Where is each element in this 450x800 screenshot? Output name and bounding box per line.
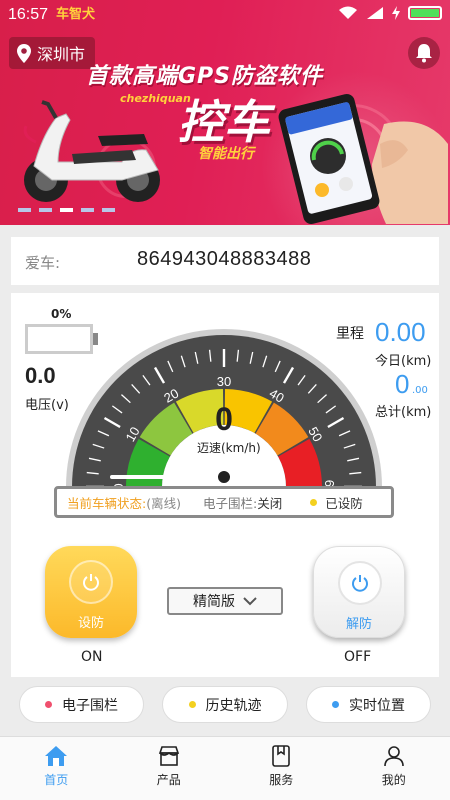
speed-label: 迈速(km/h) bbox=[197, 441, 261, 455]
total-mileage-decimal: .00 bbox=[412, 385, 428, 396]
quick-action-history[interactable]: 历史轨迹 bbox=[162, 686, 288, 723]
armed-state: 已设防 bbox=[325, 495, 363, 511]
chevron-down-icon bbox=[243, 596, 257, 605]
gauge-hub bbox=[216, 469, 232, 485]
power-icon bbox=[352, 575, 368, 592]
home-icon bbox=[45, 746, 68, 766]
mode-label: 精简版 bbox=[193, 594, 235, 610]
battery-icon bbox=[408, 6, 442, 20]
banner-slogan: 智能出行 bbox=[198, 146, 254, 162]
bottom-tab-bar: 首页 产品 服务 我的 bbox=[0, 736, 450, 800]
disarm-button[interactable]: 解防 bbox=[313, 546, 405, 638]
tab-label: 产品 bbox=[156, 773, 181, 787]
status-icons bbox=[338, 6, 442, 20]
scooter-illustration bbox=[23, 100, 160, 202]
tab-services[interactable]: 服务 bbox=[225, 737, 338, 800]
quick-action-label: 实时位置 bbox=[349, 697, 405, 714]
carousel-dot[interactable] bbox=[60, 208, 73, 212]
vehicle-id: 864943048883488 bbox=[137, 248, 312, 270]
fence-state-value: 关闭 bbox=[257, 495, 283, 511]
mode-dropdown[interactable]: 精简版 bbox=[167, 587, 283, 615]
city-selector[interactable]: 深圳市 bbox=[9, 37, 96, 69]
total-mileage-value: 0 bbox=[395, 369, 410, 399]
carousel-indicator bbox=[18, 208, 115, 212]
carousel-dot[interactable] bbox=[18, 208, 31, 212]
tab-label: 首页 bbox=[44, 773, 69, 787]
vehicle-card: 爱车: 864943048883488 bbox=[11, 237, 439, 285]
notification-button[interactable] bbox=[408, 37, 440, 69]
tab-label: 服务 bbox=[269, 773, 294, 787]
arm-state: ON bbox=[81, 649, 103, 665]
charging-icon bbox=[392, 6, 400, 20]
clock: 16:57 bbox=[8, 6, 49, 23]
user-icon bbox=[383, 746, 404, 767]
vehicle-label: 爱车: bbox=[25, 254, 61, 272]
disarm-ring bbox=[338, 561, 382, 605]
voltage-value: 0.0 bbox=[25, 363, 56, 388]
status-bar: 16:57 车智犬 bbox=[0, 0, 450, 30]
carousel-dot[interactable] bbox=[81, 208, 94, 212]
quick-action-dot bbox=[332, 701, 339, 708]
today-mileage-label: 今日(km) bbox=[375, 354, 432, 369]
tab-products[interactable]: 产品 bbox=[113, 737, 226, 800]
promo-banner[interactable]: 16:57 车智犬 深圳市 首款高端GPS防盗软件 chezhiquan 控车 … bbox=[0, 0, 450, 225]
total-mileage-label: 总计(km) bbox=[375, 405, 432, 420]
speed-value: 0 bbox=[215, 401, 233, 437]
quick-action-label: 历史轨迹 bbox=[205, 697, 262, 714]
phone-illustration bbox=[278, 94, 448, 224]
store-icon bbox=[158, 746, 179, 766]
wifi-icon bbox=[339, 6, 357, 19]
fence-state-label: 电子围栏: bbox=[202, 495, 258, 511]
quick-action-label: 电子围栏 bbox=[62, 697, 118, 714]
today-mileage-value: 0.00 bbox=[375, 317, 426, 347]
dashboard-panel: 0% 0.0 电压(v) 里程 0.00 今日(km) 0 .00 总计(km)… bbox=[11, 293, 439, 677]
carousel-dot[interactable] bbox=[39, 208, 52, 212]
battery-percent: 0% bbox=[51, 307, 72, 321]
arm-button[interactable]: 设防 bbox=[45, 546, 137, 638]
armed-dot bbox=[310, 498, 318, 506]
vehicle-status-bar: 当前车辆状态: (离线) 电子围栏: 关闭 已设防 bbox=[54, 486, 394, 518]
quick-action-dot bbox=[45, 701, 52, 708]
voltage-label: 电压(v) bbox=[25, 398, 69, 413]
gauge-tick-label: 30 bbox=[217, 374, 231, 389]
bookmark-icon bbox=[272, 745, 291, 767]
arm-button-label: 设防 bbox=[77, 616, 104, 631]
disarm-state: OFF bbox=[344, 649, 372, 665]
location-pin-icon bbox=[17, 43, 31, 63]
disarm-button-label: 解防 bbox=[345, 617, 372, 632]
arm-ring bbox=[69, 560, 113, 604]
vehicle-state-value: (离线) bbox=[146, 495, 181, 511]
quick-action-location[interactable]: 实时位置 bbox=[306, 686, 431, 723]
tab-me[interactable]: 我的 bbox=[338, 737, 450, 800]
city-name: 深圳市 bbox=[37, 45, 86, 64]
power-icon bbox=[83, 574, 99, 591]
brand-logo: 车智犬 bbox=[56, 7, 96, 22]
quick-action-fence[interactable]: 电子围栏 bbox=[19, 686, 144, 723]
carousel-dot[interactable] bbox=[102, 208, 115, 212]
tab-label: 我的 bbox=[381, 773, 406, 787]
tab-home[interactable]: 首页 bbox=[0, 737, 113, 800]
quick-action-dot bbox=[188, 701, 196, 708]
signal-icon bbox=[367, 7, 383, 19]
vehicle-state-label: 当前车辆状态: bbox=[67, 495, 147, 511]
bell-icon bbox=[416, 44, 432, 63]
